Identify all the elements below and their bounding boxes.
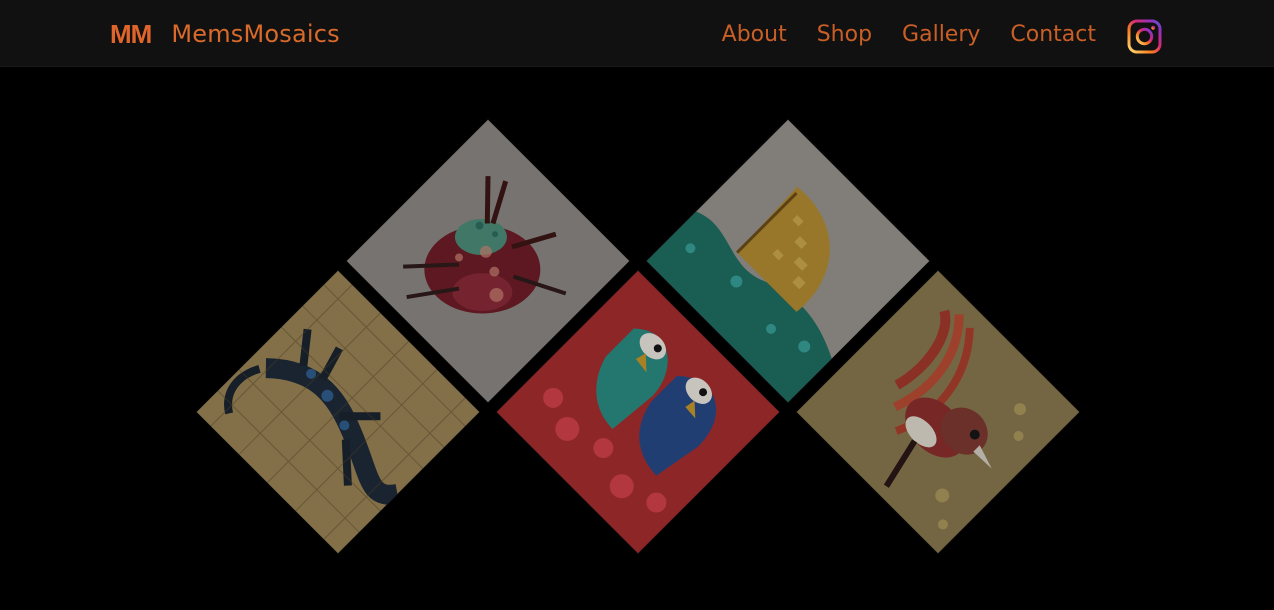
nav-link-shop[interactable]: Shop <box>817 22 872 47</box>
nav-link-gallery[interactable]: Gallery <box>902 22 980 47</box>
brand-name[interactable]: MemsMosaics <box>171 20 340 48</box>
brand-logo-mark[interactable]: MM <box>110 19 152 50</box>
instagram-icon[interactable] <box>1127 19 1162 54</box>
main-navigation: About Shop Gallery Contact <box>722 14 1096 54</box>
mosaic-gallery-hero <box>0 67 1274 610</box>
brand[interactable]: MM MemsMosaics <box>110 14 340 54</box>
nav-link-about[interactable]: About <box>722 22 787 47</box>
top-navigation-bar: MM MemsMosaics About Shop Gallery Contac… <box>0 0 1274 67</box>
nav-link-contact[interactable]: Contact <box>1010 22 1096 47</box>
